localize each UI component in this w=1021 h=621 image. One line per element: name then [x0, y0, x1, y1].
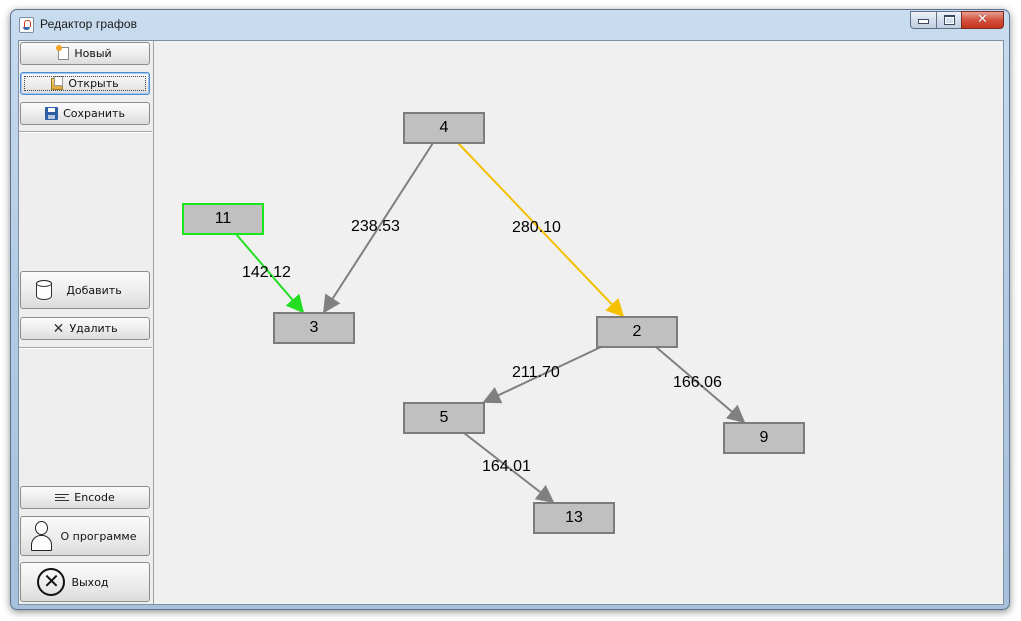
encode-button-label: Encode — [74, 491, 115, 504]
new-button-label: Новый — [74, 47, 112, 60]
add-button-label: Добавить — [66, 283, 122, 297]
client-area: Новый Открыть Сохранить Добавить ✕ Удали… — [18, 40, 1004, 605]
floppy-disk-icon — [45, 107, 59, 120]
window-title: Редактор графов — [40, 17, 138, 31]
exit-button-label: Выход — [71, 575, 109, 589]
save-button[interactable]: Сохранить — [20, 102, 150, 125]
open-button-label: Открыть — [68, 77, 119, 90]
edge-weight-label: 142.12 — [242, 264, 291, 281]
new-button[interactable]: Новый — [20, 42, 150, 65]
app-window: Редактор графов ✕ Новый Открыть Сохранит… — [10, 9, 1010, 610]
save-button-label: Сохранить — [63, 107, 125, 120]
delete-button-label: Удалить — [69, 322, 118, 335]
new-document-icon — [56, 45, 70, 60]
encode-button[interactable]: Encode — [20, 486, 150, 509]
maximize-button[interactable] — [936, 11, 962, 29]
graph-node-11[interactable]: 11 — [182, 203, 264, 235]
open-button[interactable]: Открыть — [20, 72, 150, 95]
edge-weight-label: 164.01 — [482, 458, 531, 475]
graph-node-4[interactable]: 4 — [403, 112, 485, 144]
edge-weight-label: 211.70 — [512, 364, 560, 381]
graph-node-9[interactable]: 9 — [723, 422, 805, 454]
maximize-icon — [943, 15, 955, 25]
database-cylinder-icon — [36, 280, 53, 300]
window-controls: ✕ — [910, 11, 1004, 29]
node-label: 4 — [440, 119, 449, 136]
node-label: 13 — [565, 509, 583, 526]
graph-node-13[interactable]: 13 — [533, 502, 615, 534]
minimize-icon — [918, 19, 929, 24]
sidebar-divider — [19, 131, 152, 133]
open-folder-icon — [51, 75, 64, 90]
user-icon — [30, 521, 52, 551]
node-label: 5 — [440, 409, 449, 426]
title-bar[interactable]: Редактор графов ✕ — [11, 10, 1009, 40]
graph-canvas[interactable]: 142.12 238.53 280.10 211.70 166.06 164.01 11 4… — [154, 41, 1003, 604]
node-label: 9 — [760, 429, 769, 446]
edge-weight-label: 280.10 — [512, 219, 561, 236]
sidebar-divider — [19, 347, 152, 349]
close-window-button[interactable]: ✕ — [961, 11, 1004, 29]
tool-sidebar: Новый Открыть Сохранить Добавить ✕ Удали… — [19, 41, 154, 604]
close-icon: ✕ — [977, 12, 988, 27]
circle-x-icon: ✕ — [37, 568, 66, 596]
about-button[interactable]: О программе — [20, 516, 150, 556]
node-label: 2 — [633, 323, 642, 340]
node-label: 3 — [310, 319, 319, 336]
minimize-button[interactable] — [910, 11, 937, 29]
edge-weight-label: 166.06 — [673, 374, 722, 391]
about-button-label: О программе — [60, 529, 137, 543]
lines-icon — [55, 494, 70, 501]
graph-svg: 142.12 238.53 280.10 211.70 166.06 164.01 11 4… — [182, 112, 805, 534]
edge-weight-label: 238.53 — [351, 218, 400, 235]
graph-node-2[interactable]: 2 — [596, 316, 678, 348]
exit-button[interactable]: ✕ Выход — [20, 562, 150, 602]
graph-node-3[interactable]: 3 — [273, 312, 355, 344]
graph-node-5[interactable]: 5 — [403, 402, 485, 434]
x-icon: ✕ — [52, 320, 65, 337]
add-button[interactable]: Добавить — [20, 271, 150, 309]
java-app-icon — [19, 17, 34, 33]
delete-button[interactable]: ✕ Удалить — [20, 317, 150, 340]
node-label: 11 — [215, 210, 232, 227]
